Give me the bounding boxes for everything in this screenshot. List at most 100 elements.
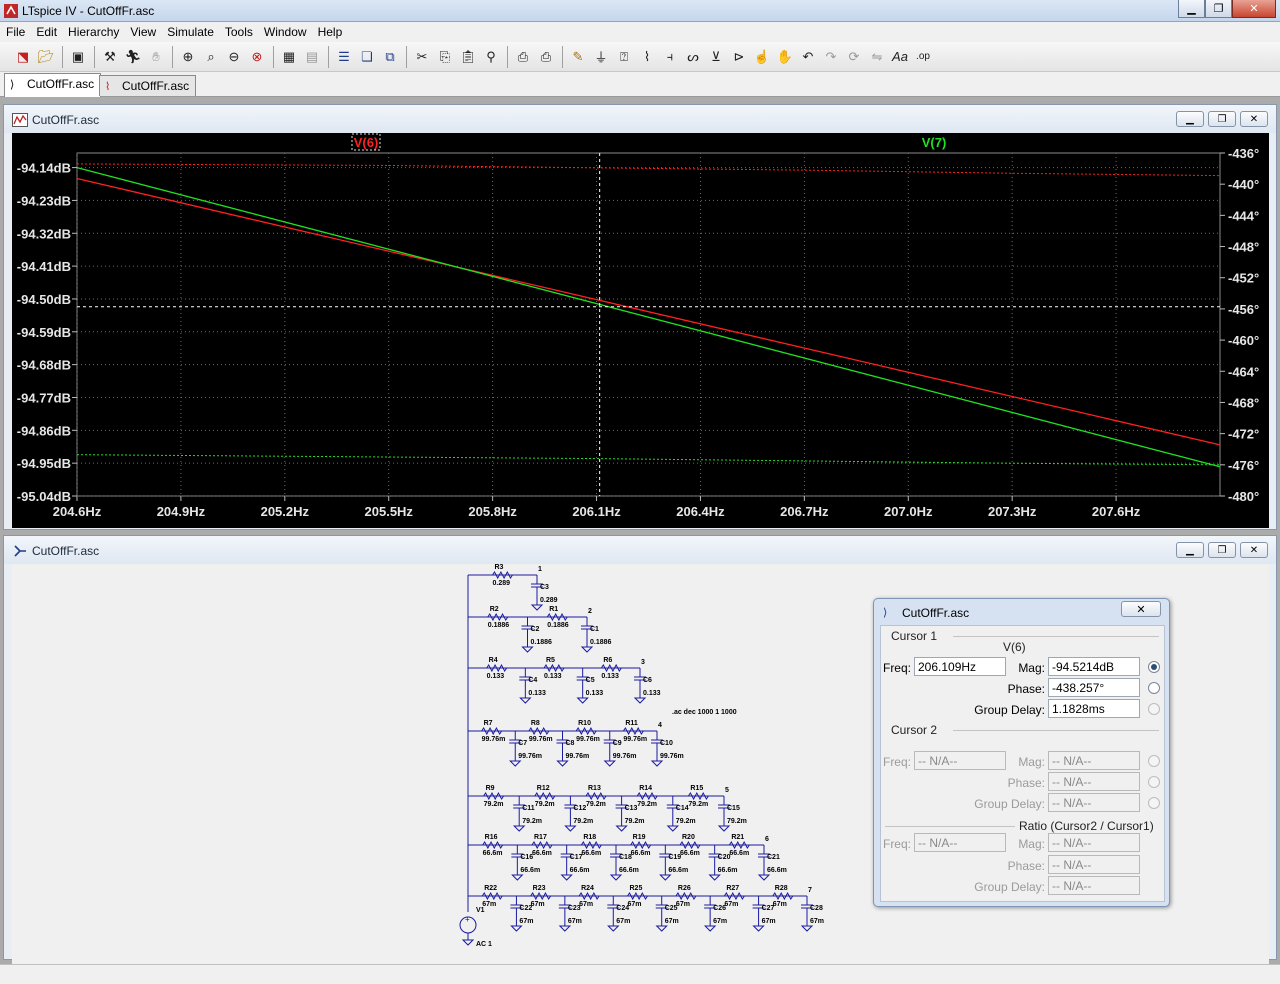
spice-directive-button[interactable]: .op (912, 46, 934, 68)
y-left-tick-label: -94.32dB (17, 226, 71, 241)
print-setup-button[interactable]: ⎙ (512, 46, 534, 68)
resistor-name-R23: R23 (533, 885, 546, 892)
ratio-phase-field[interactable]: -- N/A-- (1048, 855, 1140, 874)
cursor2-freq-field[interactable]: -- N/A-- (914, 751, 1006, 770)
cursor1-mag-field[interactable]: -94.5214dB (1048, 657, 1140, 676)
schematic-restore-button[interactable]: ❐ (1208, 542, 1236, 558)
rotate-button[interactable]: ⟳ (843, 46, 865, 68)
waveform-chart[interactable]: 204.6Hz 204.9Hz 205.2Hz 205.5Hz 205.8Hz 206.1… (12, 133, 1269, 528)
resistor-value-R10: 99.76m (576, 736, 600, 743)
toolbar-separator (94, 45, 95, 68)
minimize-button[interactable]: ▁ (1178, 0, 1205, 18)
resistor-name-R4: R4 (489, 657, 498, 664)
cursor1-group-delay-field[interactable]: 1.1828ms (1048, 699, 1140, 718)
mirror-button[interactable]: ⇋ (866, 46, 888, 68)
menu-window[interactable]: Window (258, 22, 312, 42)
cursor1-freq-field[interactable]: 206.109Hz (914, 657, 1006, 676)
schematic-icon: ⟩ (10, 79, 15, 91)
y-left-tick-label: -94.95dB (17, 456, 71, 471)
menu-tools[interactable]: Tools (219, 22, 258, 42)
menu-view[interactable]: View (124, 22, 161, 42)
open-button[interactable]: 📂︎ (35, 46, 57, 68)
close-all-button[interactable]: ⧉ (379, 46, 401, 68)
menu-help[interactable]: Help (312, 22, 348, 42)
redo-button[interactable]: ↷ (820, 46, 842, 68)
cursor2-group-delay-radio[interactable] (1148, 797, 1160, 809)
ratio-group-delay-field[interactable]: -- N/A-- (1048, 876, 1140, 895)
waveform-close-button[interactable]: ✕ (1240, 111, 1268, 127)
resistor-name-R26: R26 (678, 885, 691, 892)
menu-simulate[interactable]: Simulate (161, 22, 219, 42)
restore-icon: ❐ (1217, 544, 1227, 556)
zoom-fit-button[interactable]: ⊗ (246, 46, 268, 68)
schematic-close-button[interactable]: ✕ (1240, 542, 1268, 558)
tab-waveform[interactable]: ⌇ CutOffFr.asc (99, 75, 197, 96)
resistor-value-R27: 67m (724, 901, 738, 908)
menu-hierarchy[interactable]: Hierarchy (62, 22, 124, 42)
grid-button[interactable]: ▤ (301, 46, 323, 68)
undo-button[interactable]: ↶ (797, 46, 819, 68)
restore-button[interactable]: ❐ (1205, 0, 1232, 18)
find-button[interactable]: ⚲ (480, 46, 502, 68)
cursor-dialog-close-button[interactable]: ✕ (1121, 601, 1161, 617)
cascade-button[interactable]: ❏ (356, 46, 378, 68)
capacitor-C10-ground (650, 760, 664, 767)
zoom-in-button[interactable]: ⊕ (177, 46, 199, 68)
copy-button[interactable]: ⎘ (434, 46, 456, 68)
control-panel-button[interactable]: ⚒ (99, 46, 121, 68)
cursor2-mag-label: Mag: (1018, 755, 1045, 769)
print-button[interactable]: ⎙ (535, 46, 557, 68)
menu-file[interactable]: File (0, 22, 30, 42)
drag-button[interactable]: ✋ (774, 46, 796, 68)
pan-button[interactable]: ⌕ (200, 46, 222, 68)
waveform-minimize-button[interactable]: ▁ (1176, 111, 1204, 127)
resistor-name-R19: R19 (633, 834, 646, 841)
cursor1-phase-radio[interactable] (1148, 682, 1160, 694)
close-button[interactable]: ✕ (1232, 0, 1276, 18)
toolbar-separator (172, 45, 173, 68)
plot-frame (76, 152, 1221, 497)
rotate-icon: ⟳ (848, 48, 860, 64)
tile-horizontal-button[interactable]: ☰ (333, 46, 355, 68)
y-left-tick-label: -94.41dB (17, 259, 71, 274)
diode-button[interactable]: ⊻ (705, 46, 727, 68)
menu-edit[interactable]: Edit (30, 22, 62, 42)
draw-wire-button[interactable]: ✎ (567, 46, 589, 68)
cursor1-mag-radio[interactable] (1148, 661, 1160, 673)
waveform-window-header: CutOffFr.asc ▁ ❐ ✕ (4, 105, 1276, 133)
ground-button[interactable]: ⏚ (590, 46, 612, 68)
inductor-button[interactable]: ᔕ (682, 46, 704, 68)
resistor-button[interactable]: ⌇ (636, 46, 658, 68)
tab-schematic[interactable]: ⟩ CutOffFr.asc (4, 73, 102, 97)
cursor1-group-delay-radio[interactable] (1148, 703, 1160, 715)
cut-button[interactable]: ✂ (411, 46, 433, 68)
autorange-button[interactable]: ▦ (278, 46, 300, 68)
move-button[interactable]: ☝ (751, 46, 773, 68)
capacitor-value-C17: 66.6m (570, 867, 590, 874)
label-net-button[interactable]: ⍰ (613, 46, 635, 68)
schematic-window-title: CutOffFr.asc (32, 544, 100, 558)
ratio-freq-field[interactable]: -- N/A-- (914, 833, 1006, 852)
capacitor-button[interactable]: ⫞ (659, 46, 681, 68)
new-schematic-button[interactable]: ⬔ (12, 46, 34, 68)
zoom-out-icon: ⊖ (228, 48, 240, 64)
cursor2-phase-radio[interactable] (1148, 776, 1160, 788)
cursor2-mag-field[interactable]: -- N/A-- (1048, 751, 1140, 770)
waveform-plot[interactable]: 204.6Hz 204.9Hz 205.2Hz 205.5Hz 205.8Hz 206.1… (12, 133, 1269, 528)
zoom-out-button[interactable]: ⊖ (223, 46, 245, 68)
halt-button[interactable]: ✋︎ (145, 46, 167, 68)
component-button[interactable]: ⊳ (728, 46, 750, 68)
ratio-mag-field[interactable]: -- N/A-- (1048, 833, 1140, 852)
text-button[interactable]: Aa (889, 46, 911, 68)
cursor2-phase-field[interactable]: -- N/A-- (1048, 772, 1140, 791)
paste-button[interactable]: 📋︎ (457, 46, 479, 68)
schematic-minimize-button[interactable]: ▁ (1176, 542, 1204, 558)
trace-phase-V6 (76, 163, 1221, 177)
cursor2-mag-radio[interactable] (1148, 755, 1160, 767)
cursor2-group-delay-field[interactable]: -- N/A-- (1048, 793, 1140, 812)
run-button[interactable]: 🏃︎ (122, 46, 144, 68)
save-button[interactable]: ▣ (67, 46, 89, 68)
waveform-restore-button[interactable]: ❐ (1208, 111, 1236, 127)
x-tick-label: 205.5Hz (365, 504, 414, 519)
cursor1-phase-field[interactable]: -438.257° (1048, 678, 1140, 697)
